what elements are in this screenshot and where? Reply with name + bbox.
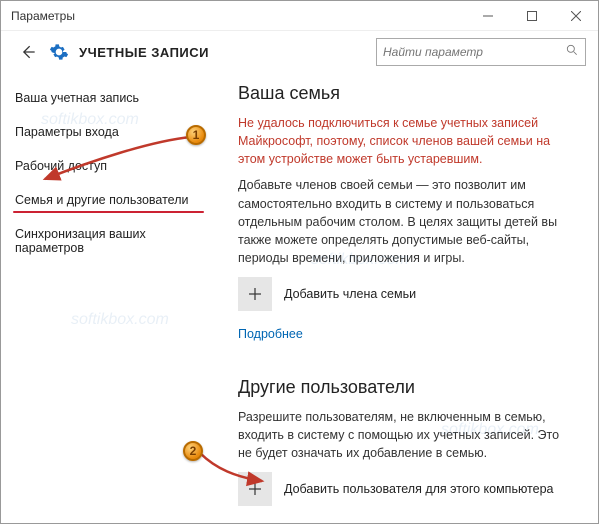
other-users-description: Разрешите пользователям, не включенным в… [238,408,576,462]
header-title: УЧЕТНЫЕ ЗАПИСИ [79,45,209,60]
add-family-member-label: Добавить члена семьи [284,287,416,301]
sidebar-item-label: Рабочий доступ [15,159,107,173]
plus-icon [248,482,262,496]
add-family-member-row[interactable]: Добавить члена семьи [238,277,576,311]
sidebar-item-sync-settings[interactable]: Синхронизация ваших параметров [1,217,216,265]
add-family-member-button[interactable] [238,277,272,311]
back-button[interactable] [13,37,43,67]
annotation-marker-1: 1 [186,125,206,145]
search-input[interactable] [383,45,565,59]
search-icon [565,43,579,62]
sidebar-item-label: Ваша учетная запись [15,91,139,105]
window-close-button[interactable] [554,1,598,31]
sidebar-item-signin-options[interactable]: Параметры входа [1,115,216,149]
content-panel: Ваша семья Не удалось подключиться к сем… [216,77,598,525]
annotation-marker-2: 2 [183,441,203,461]
plus-icon [248,287,262,301]
window-maximize-button[interactable] [510,1,554,31]
family-description: Добавьте членов своей семьи — это позвол… [238,176,576,267]
add-other-user-button[interactable] [238,472,272,506]
add-other-user-row[interactable]: Добавить пользователя для этого компьюте… [238,472,576,506]
sidebar-item-family-other-users[interactable]: Семья и другие пользователи [1,183,216,217]
search-box[interactable] [376,38,586,66]
family-warning-text: Не удалось подключиться к семье учетных … [238,114,576,168]
sidebar-item-your-account[interactable]: Ваша учетная запись [1,81,216,115]
sidebar-item-label: Синхронизация ваших параметров [15,227,146,255]
header: УЧЕТНЫЕ ЗАПИСИ [1,31,598,77]
add-other-user-label: Добавить пользователя для этого компьюте… [284,482,554,496]
settings-gear-icon [47,40,71,64]
window-titlebar: Параметры [1,1,598,31]
family-heading: Ваша семья [238,83,576,104]
sidebar-item-work-access[interactable]: Рабочий доступ [1,149,216,183]
window-title: Параметры [11,9,466,23]
learn-more-link[interactable]: Подробнее [238,327,303,341]
sidebar-item-label: Параметры входа [15,125,119,139]
body: Ваша учетная запись Параметры входа Рабо… [1,77,598,525]
other-users-heading: Другие пользователи [238,377,576,398]
sidebar-item-label: Семья и другие пользователи [15,193,188,207]
sidebar: Ваша учетная запись Параметры входа Рабо… [1,77,216,525]
window-minimize-button[interactable] [466,1,510,31]
